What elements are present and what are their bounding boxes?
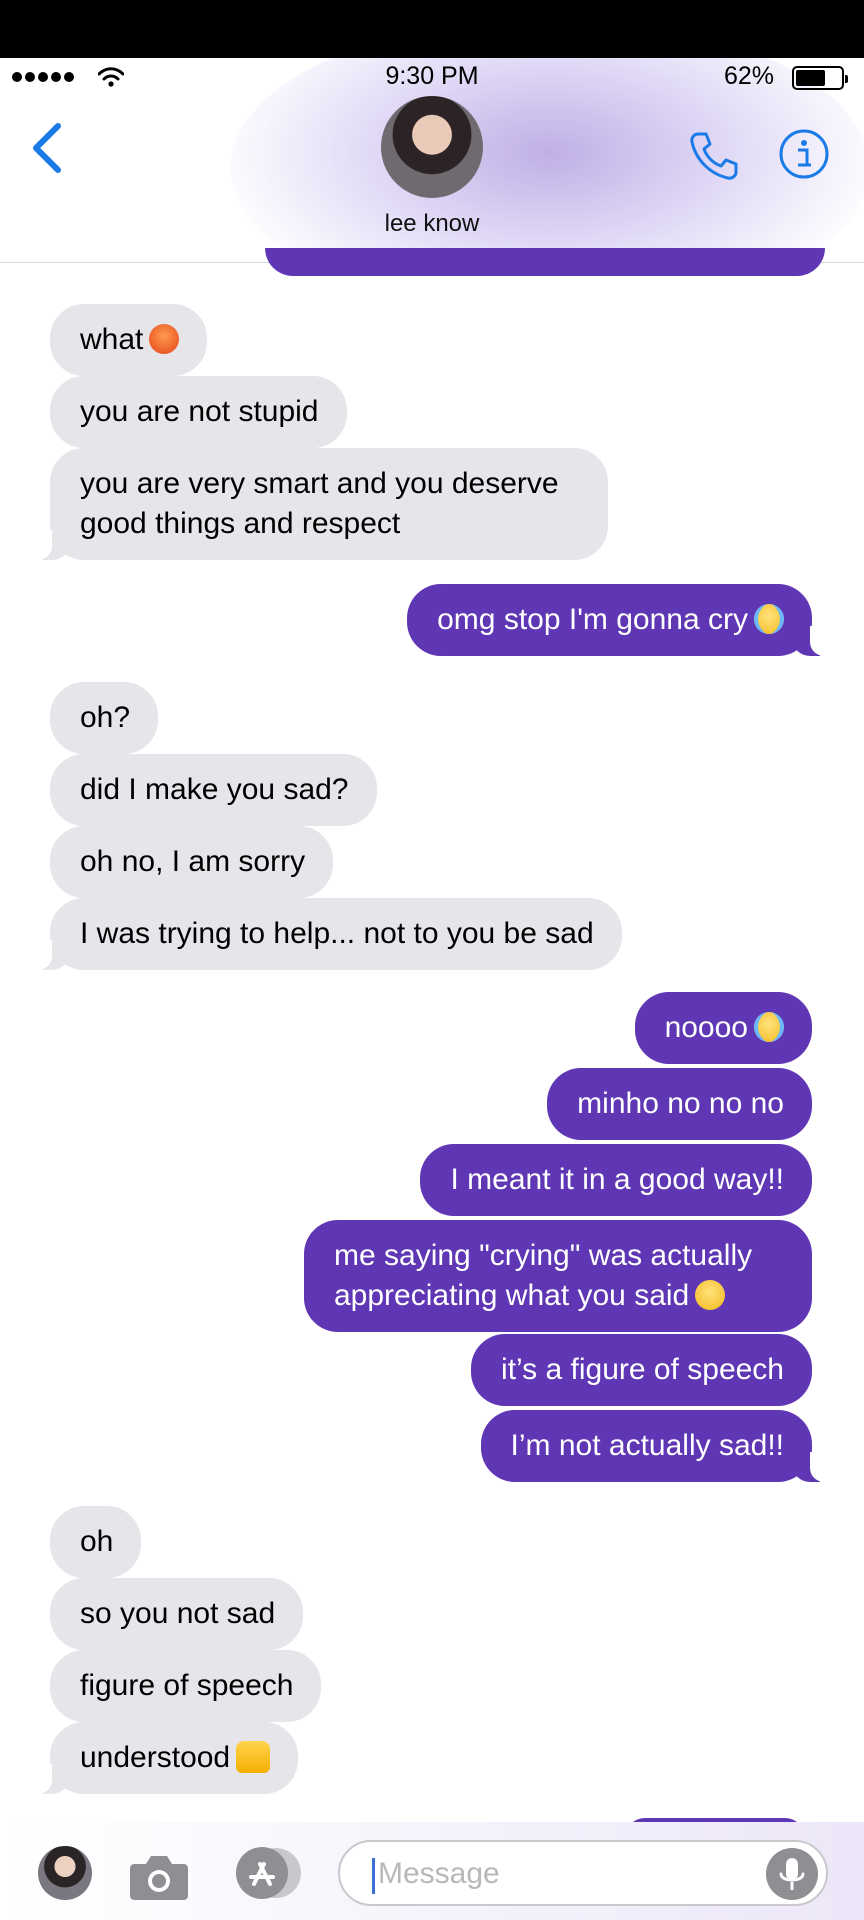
message-bubble-incoming[interactable]: you are not stupid — [50, 376, 347, 448]
camera-icon[interactable] — [128, 1850, 190, 1902]
message-bubble-incoming[interactable]: you are very smart and you deserve good … — [28, 448, 608, 560]
top-black-bar — [0, 0, 864, 58]
thumbs-up-emoji-icon — [236, 1741, 271, 1773]
message-bubble-incoming[interactable]: oh? — [50, 682, 159, 754]
message-bubble-incoming[interactable]: what — [50, 304, 208, 376]
microphone-button[interactable] — [766, 1848, 818, 1900]
loudly-crying-face-emoji-icon — [754, 604, 784, 634]
message-bubble-incoming[interactable]: oh no, I am sorry — [50, 826, 334, 898]
angry-face-emoji-icon — [149, 324, 180, 354]
message-bubble-outgoing[interactable]: omg stop I'm gonna cry — [407, 584, 834, 656]
message-bubble-incoming[interactable]: so you not sad — [50, 1578, 304, 1650]
contact-name[interactable]: lee know — [0, 210, 864, 238]
message-input[interactable]: Message — [338, 1840, 828, 1906]
app-store-icon[interactable] — [232, 1846, 306, 1900]
battery-percentage: 62% — [723, 62, 774, 90]
message-bubble-outgoing[interactable]: noooo — [634, 992, 812, 1064]
contact-avatar[interactable] — [381, 96, 483, 198]
message-bubble-outgoing[interactable]: I’m not actually sad!! — [480, 1410, 835, 1482]
microphone-icon — [779, 1858, 805, 1890]
compose-bar: Message — [0, 1822, 864, 1920]
message-bubble-outgoing[interactable]: minho no no no — [547, 1068, 812, 1140]
message-bubble-incoming[interactable]: I was trying to help... not to you be sa… — [28, 898, 622, 970]
back-chevron-icon[interactable] — [28, 120, 68, 176]
message-bubble-incoming[interactable]: did I make you sad? — [50, 754, 377, 826]
status-bar: 9:30 PM 62% — [0, 58, 864, 98]
message-bubble-outgoing[interactable]: it’s a figure of speech — [471, 1334, 812, 1406]
loudly-crying-face-emoji-icon — [754, 1012, 784, 1042]
message-bubble-incoming[interactable]: figure of speech — [50, 1650, 322, 1722]
battery-icon — [792, 66, 848, 90]
animoji-avatar-button[interactable] — [38, 1846, 92, 1900]
message-placeholder: Message — [378, 1857, 500, 1890]
message-bubble-outgoing[interactable]: me saying "crying" was actually apprecia… — [304, 1220, 812, 1332]
message-bubble-incoming[interactable]: oh — [50, 1506, 142, 1578]
info-icon[interactable] — [778, 128, 830, 180]
message-thread[interactable]: what you are not stupid you are very sma… — [0, 262, 864, 1822]
phone-icon[interactable] — [686, 128, 742, 184]
text-cursor — [372, 1858, 375, 1894]
message-bubble-outgoing[interactable]: I meant it in a good way!! — [420, 1144, 812, 1216]
message-bubble-incoming[interactable]: understood — [27, 1722, 299, 1794]
pleading-face-emoji-icon — [695, 1280, 726, 1310]
